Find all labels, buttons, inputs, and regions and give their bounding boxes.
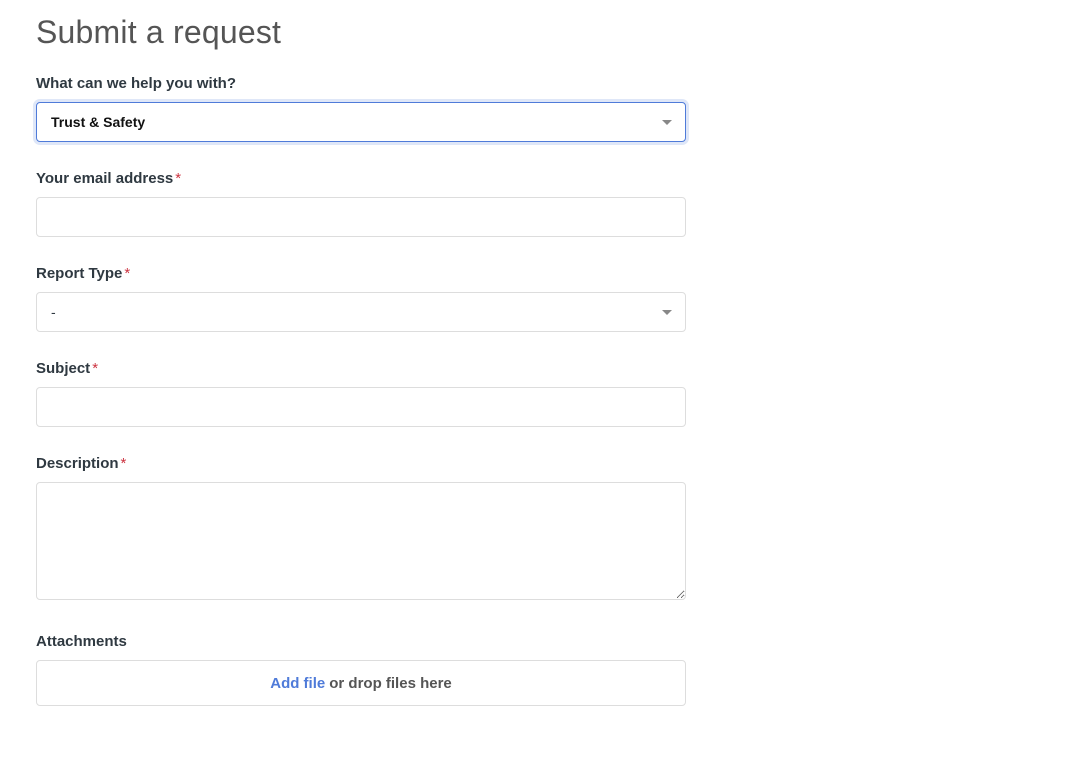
required-marker: * <box>175 170 181 187</box>
report-type-select[interactable]: - <box>36 292 686 332</box>
field-attachments: Attachments Add file or drop files here <box>36 633 686 706</box>
attachments-label-text: Attachments <box>36 633 127 650</box>
drop-files-text: or drop files here <box>329 675 452 692</box>
subject-label-text: Subject <box>36 360 90 377</box>
help-topic-select[interactable]: Trust & Safety <box>36 102 686 142</box>
email-input[interactable] <box>36 197 686 237</box>
add-file-link[interactable]: Add file <box>270 675 325 692</box>
subject-label: Subject* <box>36 360 686 377</box>
help-topic-select-wrap: Trust & Safety <box>36 102 686 142</box>
report-type-label: Report Type* <box>36 265 686 282</box>
field-report-type: Report Type* - <box>36 265 686 332</box>
help-topic-label: What can we help you with? <box>36 75 686 92</box>
attachments-label: Attachments <box>36 633 686 650</box>
description-textarea[interactable] <box>36 482 686 600</box>
description-label-text: Description <box>36 455 119 472</box>
attachments-dropzone[interactable]: Add file or drop files here <box>36 660 686 706</box>
required-marker: * <box>124 265 130 282</box>
email-label: Your email address* <box>36 170 686 187</box>
report-type-label-text: Report Type <box>36 265 122 282</box>
subject-input[interactable] <box>36 387 686 427</box>
report-type-value: - <box>51 304 56 320</box>
field-subject: Subject* <box>36 360 686 427</box>
field-description: Description* <box>36 455 686 605</box>
field-help-topic: What can we help you with? Trust & Safet… <box>36 75 686 142</box>
help-topic-label-text: What can we help you with? <box>36 75 236 92</box>
help-topic-value: Trust & Safety <box>51 114 145 130</box>
request-form: What can we help you with? Trust & Safet… <box>36 75 686 706</box>
description-label: Description* <box>36 455 686 472</box>
required-marker: * <box>121 455 127 472</box>
page-title: Submit a request <box>36 14 1086 51</box>
email-label-text: Your email address <box>36 170 173 187</box>
required-marker: * <box>92 360 98 377</box>
field-email: Your email address* <box>36 170 686 237</box>
report-type-select-wrap: - <box>36 292 686 332</box>
